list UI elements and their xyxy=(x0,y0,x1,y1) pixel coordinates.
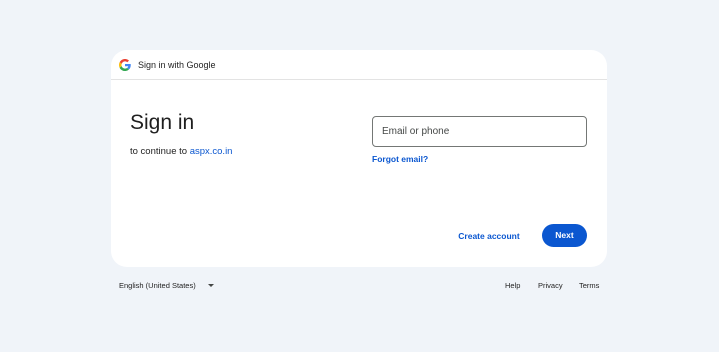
create-account-button[interactable]: Create account xyxy=(455,225,523,247)
header-title: Sign in with Google xyxy=(138,60,216,70)
caret-down-icon[interactable] xyxy=(208,284,214,287)
email-input[interactable] xyxy=(382,117,577,146)
forgot-email-link[interactable]: Forgot email? xyxy=(372,153,428,165)
help-link[interactable]: Help xyxy=(505,279,520,292)
email-field[interactable] xyxy=(372,116,587,147)
sign-in-card: Sign in with Google Sign in to continue … xyxy=(111,50,607,267)
privacy-link[interactable]: Privacy xyxy=(538,279,563,292)
subtitle-prefix: to continue to xyxy=(130,146,190,157)
google-g-icon xyxy=(119,59,131,71)
next-button[interactable]: Next xyxy=(542,224,587,247)
language-label: English (United States) xyxy=(119,281,196,290)
terms-link[interactable]: Terms xyxy=(579,279,599,292)
page-title: Sign in xyxy=(130,111,195,134)
footer: English (United States) Help Privacy Ter… xyxy=(111,279,607,293)
card-header: Sign in with Google xyxy=(111,50,607,80)
site-link[interactable]: aspx.co.in xyxy=(190,146,233,157)
subtitle: to continue to aspx.co.in xyxy=(130,146,232,158)
language-selector[interactable]: English (United States) xyxy=(119,279,196,292)
